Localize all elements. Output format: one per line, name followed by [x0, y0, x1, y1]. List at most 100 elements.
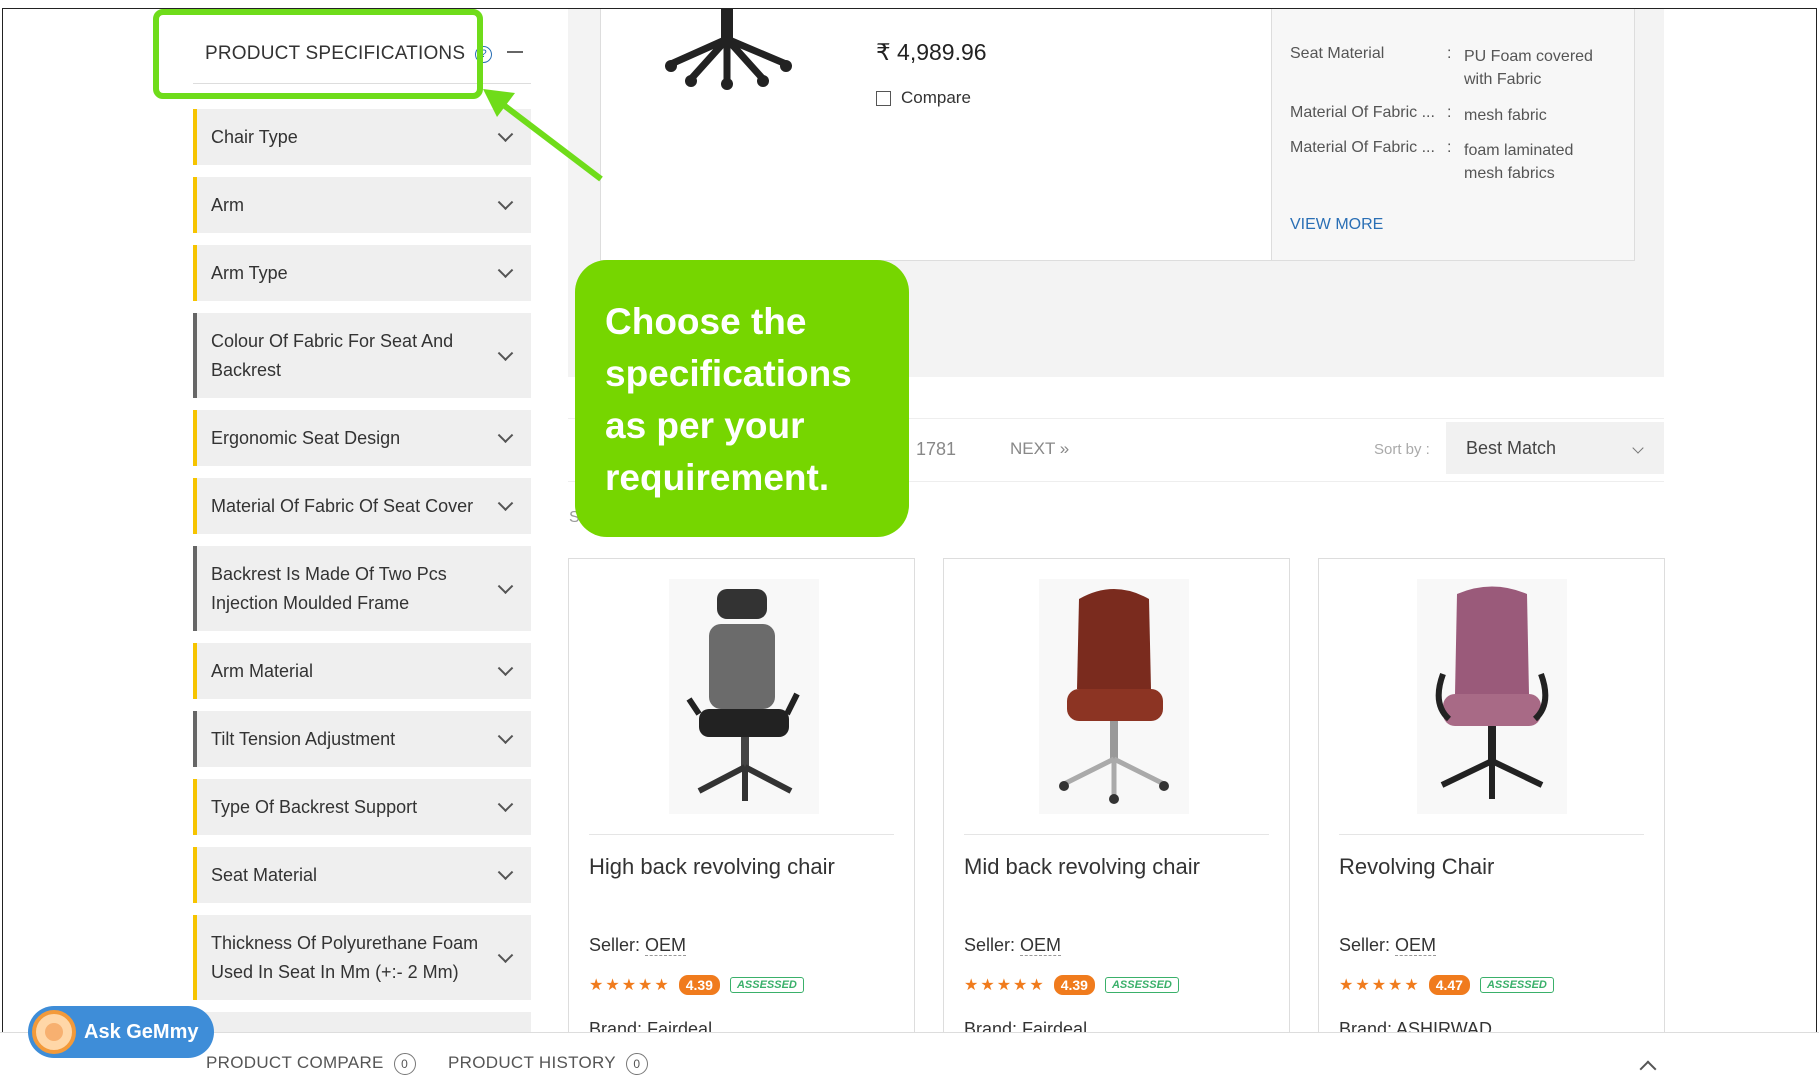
product-name[interactable]: High back revolving chair [589, 854, 835, 880]
compare-label: Compare [901, 88, 971, 107]
filter-label: Type Of Backrest Support [211, 796, 418, 817]
product-image[interactable] [1417, 579, 1567, 814]
seller-label: Seller: [964, 935, 1016, 955]
rating-row: ★★★★★ 4.39 ASSESSED [589, 975, 804, 995]
filter-label: Arm Type [211, 262, 288, 283]
history-count: 0 [625, 1053, 648, 1075]
chevron-down-icon [497, 344, 514, 361]
product-card[interactable]: Revolving Chair Seller: OEM ★★★★★ 4.47 A… [1318, 558, 1665, 1071]
filter-label: Thickness Of Polyurethane Foam Used In S… [211, 932, 479, 982]
chevron-down-icon [497, 728, 514, 745]
filter-label: Chair Type [211, 126, 298, 147]
product-card[interactable]: Mid back revolving chair Seller: OEM ★★★… [943, 558, 1290, 1071]
filter-backrest-support[interactable]: Type Of Backrest Support [193, 779, 531, 835]
filter-tilt-tension[interactable]: Tilt Tension Adjustment [193, 711, 531, 767]
sort-by-label: Sort by : [1374, 441, 1430, 458]
chevron-down-icon [497, 946, 514, 963]
product-history-tab[interactable]: PRODUCT HISTORY 0 [448, 1053, 648, 1075]
filter-label: Material Of Fabric Of Seat Cover [211, 495, 474, 516]
seller-info: Seller: OEM [964, 935, 1062, 956]
product-compare-label: PRODUCT COMPARE [206, 1053, 384, 1072]
seller-label: Seller: [1339, 935, 1391, 955]
spec-key: Material Of Fabric ... [1290, 104, 1435, 121]
rating-badge: 4.39 [678, 975, 720, 995]
view-more-link[interactable]: VIEW MORE [1290, 216, 1383, 234]
card-divider [1339, 834, 1644, 835]
product-name[interactable]: Mid back revolving chair [964, 854, 1200, 880]
filter-arm-type[interactable]: Arm Type [193, 245, 531, 301]
spec-value: foam laminated mesh fabrics [1464, 142, 1574, 182]
filter-foam-thickness-seat[interactable]: Thickness Of Polyurethane Foam Used In S… [193, 915, 531, 1000]
sort-select[interactable]: Best Match [1446, 422, 1664, 474]
next-page-link[interactable]: NEXT » [1010, 439, 1069, 459]
assessed-badge: ASSESSED [1104, 977, 1179, 993]
seller-name[interactable]: OEM [1020, 935, 1062, 956]
filter-material-of-fabric[interactable]: Material Of Fabric Of Seat Cover [193, 478, 531, 534]
gemmy-avatar-icon [32, 1010, 76, 1054]
card-divider [589, 834, 894, 835]
product-image[interactable] [669, 579, 819, 814]
chevron-down-icon [497, 577, 514, 594]
chevron-down-icon [497, 194, 514, 211]
filter-label: Seat Material [211, 864, 318, 885]
callout-line: Choose the [605, 301, 807, 342]
page-number[interactable]: 1781 [916, 439, 956, 460]
filter-label: Arm Material [211, 660, 314, 681]
filter-seat-material[interactable]: Seat Material [193, 847, 531, 903]
product-card[interactable]: High back revolving chair Seller: OEM ★★… [568, 558, 915, 1071]
product-price: ₹ 4,989.96 [876, 39, 987, 65]
chevron-down-icon [497, 495, 514, 512]
ask-gemmy-button[interactable]: Ask GeMmy [28, 1006, 214, 1058]
rating-stars-icon: ★★★★★ [589, 977, 671, 994]
card-divider [964, 834, 1269, 835]
spec-value: mesh fabric [1464, 107, 1547, 124]
checkbox-icon[interactable] [876, 90, 891, 106]
product-image[interactable] [1039, 579, 1189, 814]
rating-row: ★★★★★ 4.39 ASSESSED [964, 975, 1179, 995]
callout-line: specifications [605, 353, 852, 394]
chevron-down-icon [497, 262, 514, 279]
product-history-label: PRODUCT HISTORY [448, 1053, 616, 1072]
sort-value: Best Match [1466, 437, 1557, 458]
spec-value: PU Foam covered with Fabric [1464, 48, 1593, 88]
filter-label: Tilt Tension Adjustment [211, 728, 396, 749]
compare-count: 0 [393, 1053, 416, 1075]
chair-image [686, 589, 800, 801]
rating-row: ★★★★★ 4.47 ASSESSED [1339, 975, 1554, 995]
filter-label: Arm [211, 194, 244, 215]
filter-arm-material[interactable]: Arm Material [193, 643, 531, 699]
assessed-badge: ASSESSED [1479, 977, 1554, 993]
chevron-down-icon [497, 427, 514, 444]
filter-colour-of-fabric[interactable]: Colour Of Fabric For Seat And Backrest [193, 313, 531, 398]
seller-label: Seller: [589, 935, 641, 955]
seller-name[interactable]: OEM [1395, 935, 1437, 956]
chevron-down-icon [497, 796, 514, 813]
filter-label: Colour Of Fabric For Seat And Backrest [211, 330, 454, 380]
instruction-callout: Choose the specifications as per your re… [575, 260, 909, 537]
chevron-down-icon [497, 864, 514, 881]
seller-info: Seller: OEM [1339, 935, 1437, 956]
chair-image [1435, 586, 1549, 799]
page-frame: ₹ 4,989.96 Compare Seat Material : PU Fo… [2, 8, 1817, 1072]
chevron-down-icon [1632, 442, 1644, 454]
product-name[interactable]: Revolving Chair [1339, 854, 1494, 880]
filter-backrest-frame[interactable]: Backrest Is Made Of Two Pcs Injection Mo… [193, 546, 531, 631]
assessed-badge: ASSESSED [729, 977, 804, 993]
ask-gemmy-label: Ask GeMmy [84, 1020, 199, 1043]
rating-badge: 4.47 [1428, 975, 1470, 995]
spec-key: Material Of Fabric ... [1290, 139, 1435, 156]
chevron-down-icon [497, 660, 514, 677]
filter-ergonomic-seat-design[interactable]: Ergonomic Seat Design [193, 410, 531, 466]
filter-label: Ergonomic Seat Design [211, 427, 401, 448]
callout-line: as per your [605, 405, 805, 446]
chair-image [1059, 589, 1169, 804]
seller-name[interactable]: OEM [645, 935, 687, 956]
seller-info: Seller: OEM [589, 935, 687, 956]
compare-checkbox[interactable]: Compare [876, 88, 971, 108]
callout-line: requirement. [605, 457, 830, 498]
collapse-icon[interactable] [507, 51, 523, 53]
spec-key: Seat Material [1290, 45, 1385, 62]
highlight-box [153, 9, 483, 99]
product-compare-tab[interactable]: PRODUCT COMPARE 0 [206, 1053, 416, 1075]
pointer-arrow-icon [483, 89, 603, 182]
